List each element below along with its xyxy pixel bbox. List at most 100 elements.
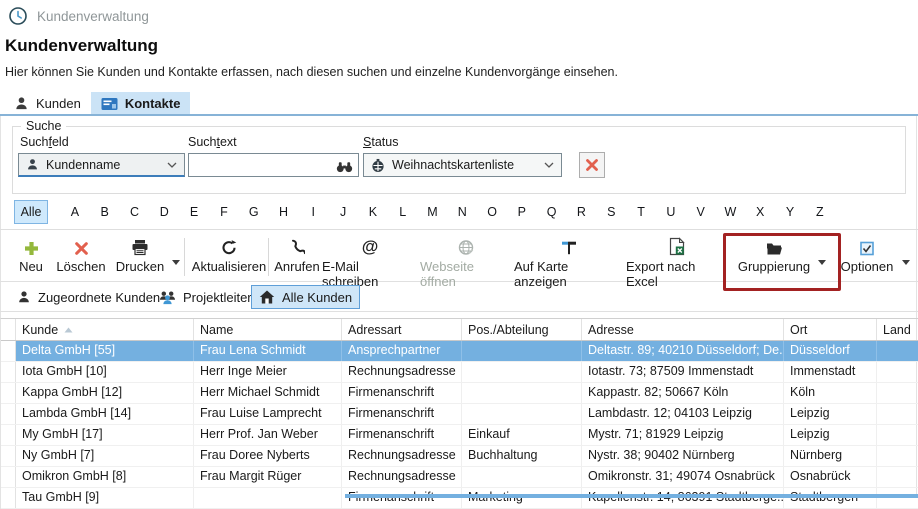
table-cell[interactable]: Omikronstr. 31; 49074 Osnabrück [582,467,784,487]
table-cell[interactable]: Mystr. 71; 81929 Leipzig [582,425,784,445]
optionen-button[interactable]: Optionen [836,235,898,274]
row-selector-gutter[interactable] [1,425,16,445]
table-cell[interactable]: Firmenanschrift [342,404,462,424]
anrufen-button[interactable]: Anrufen [272,235,322,274]
table-cell[interactable]: Kappa GmbH [12] [16,383,194,403]
row-selector-gutter[interactable] [1,446,16,466]
table-row[interactable]: My GmbH [17]Herr Prof. Jan WeberFirmenan… [1,425,918,446]
table-cell[interactable]: Frau Doree Nyberts [194,446,342,466]
table-cell[interactable]: Immenstadt [784,362,877,382]
row-selector-gutter[interactable] [1,383,16,403]
table-cell[interactable] [462,467,582,487]
table-cell[interactable]: Rechnungsadresse [342,446,462,466]
column-header[interactable]: Name [194,319,342,340]
table-cell[interactable]: Frau Margit Rüger [194,467,342,487]
alle-kunden-toggle[interactable]: Alle Kunden [251,285,360,309]
table-row[interactable]: Ny GmbH [7]Frau Doree NybertsRechnungsad… [1,446,918,467]
alphabet-letter[interactable]: F [209,200,239,224]
alphabet-letter[interactable]: T [626,200,656,224]
neu-button[interactable]: Neu [12,235,50,274]
table-cell[interactable] [194,488,342,508]
table-cell[interactable]: Buchhaltung [462,446,582,466]
table-cell[interactable] [877,362,918,382]
table-row[interactable]: Omikron GmbH [8]Frau Margit RügerRechnun… [1,467,918,488]
table-cell[interactable]: Stadtbergen [784,488,877,508]
table-row[interactable]: Lambda GmbH [14]Frau Luise LamprechtFirm… [1,404,918,425]
alphabet-letter[interactable]: V [686,200,716,224]
table-cell[interactable]: Rechnungsadresse [342,467,462,487]
table-cell[interactable]: Rechnungsadresse [342,362,462,382]
auf-karte-anzeigen-button[interactable]: Auf Karte anzeigen [514,235,624,289]
table-cell[interactable]: Düsseldorf [784,341,877,361]
table-row[interactable]: Tau GmbH [9]FirmenanschriftMarketingKape… [1,488,918,509]
column-header[interactable]: Pos./Abteilung [462,319,582,340]
alphabet-letter[interactable]: I [298,200,328,224]
alphabet-letter[interactable]: Q [537,200,567,224]
row-selector-gutter[interactable] [1,488,16,508]
column-header[interactable]: Adressart [342,319,462,340]
table-cell[interactable]: Iota GmbH [10] [16,362,194,382]
table-cell[interactable]: Tau GmbH [9] [16,488,194,508]
suchtext-input[interactable] [194,155,338,177]
table-cell[interactable] [877,467,918,487]
tab-kontakte[interactable]: Kontakte [91,92,191,115]
table-cell[interactable] [877,404,918,424]
alphabet-letter[interactable]: R [567,200,597,224]
table-cell[interactable]: Herr Michael Schmidt [194,383,342,403]
alphabet-letter[interactable]: G [239,200,269,224]
table-cell[interactable]: Einkauf [462,425,582,445]
alphabet-letter[interactable]: Y [775,200,805,224]
table-cell[interactable]: Lambdastr. 12; 04103 Leipzig [582,404,784,424]
loeschen-button[interactable]: Löschen [52,235,110,274]
table-cell[interactable] [877,341,918,361]
table-cell[interactable]: Firmenanschrift [342,488,462,508]
clear-filter-button[interactable] [579,152,605,178]
table-cell[interactable]: Herr Inge Meier [194,362,342,382]
optionen-dropdown-arrow[interactable] [902,260,910,265]
alphabet-letter[interactable]: W [716,200,746,224]
table-cell[interactable]: Firmenanschrift [342,383,462,403]
alphabet-letter[interactable]: J [328,200,358,224]
column-header[interactable]: Land [877,319,918,340]
table-cell[interactable]: Marketing [462,488,582,508]
row-selector-gutter[interactable] [1,362,16,382]
alphabet-letter[interactable]: N [447,200,477,224]
alphabet-letter[interactable]: S [596,200,626,224]
table-cell[interactable] [462,404,582,424]
column-header[interactable]: Adresse [582,319,784,340]
alphabet-letter[interactable]: P [507,200,537,224]
table-cell[interactable]: Firmenanschrift [342,425,462,445]
table-cell[interactable]: Deltastr. 89; 40210 Düsseldorf; De... [582,341,784,361]
alphabet-letter[interactable]: A [60,200,90,224]
table-cell[interactable] [877,488,918,508]
table-cell[interactable]: Iotastr. 73; 87509 Immenstadt [582,362,784,382]
table-cell[interactable]: My GmbH [17] [16,425,194,445]
alphabet-letter[interactable]: D [149,200,179,224]
table-cell[interactable]: Köln [784,383,877,403]
table-cell[interactable] [462,341,582,361]
table-cell[interactable]: Herr Prof. Jan Weber [194,425,342,445]
status-dropdown[interactable]: Weihnachtskartenliste [363,153,562,177]
table-cell[interactable]: Ansprechpartner [342,341,462,361]
suchfeld-dropdown[interactable]: Kundenname [18,153,185,177]
alphabet-letter[interactable]: M [418,200,448,224]
table-cell[interactable]: Kappastr. 82; 50667 Köln [582,383,784,403]
table-cell[interactable]: Leipzig [784,425,877,445]
column-header[interactable]: Kunde [16,319,194,340]
tab-kunden[interactable]: Kunden [4,92,91,115]
table-cell[interactable]: Osnabrück [784,467,877,487]
export-nach-excel-button[interactable]: Export nach Excel [626,235,728,289]
table-row[interactable]: Kappa GmbH [12]Herr Michael SchmidtFirme… [1,383,918,404]
alphabet-letter[interactable]: L [388,200,418,224]
table-cell[interactable]: Omikron GmbH [8] [16,467,194,487]
table-cell[interactable]: Nürnberg [784,446,877,466]
table-cell[interactable]: Ny GmbH [7] [16,446,194,466]
table-cell[interactable]: Delta GmbH [55] [16,341,194,361]
history-clock-icon[interactable] [8,6,28,26]
alphabet-letter[interactable]: C [120,200,150,224]
table-row[interactable]: Delta GmbH [55]Frau Lena SchmidtAnsprech… [1,341,918,362]
table-cell[interactable]: Frau Lena Schmidt [194,341,342,361]
zugeordnete-kunden-toggle[interactable]: Zugeordnete Kunden [10,285,167,309]
table-cell[interactable] [877,425,918,445]
email-schreiben-button[interactable]: @ E-Mail schreiben [322,235,418,289]
